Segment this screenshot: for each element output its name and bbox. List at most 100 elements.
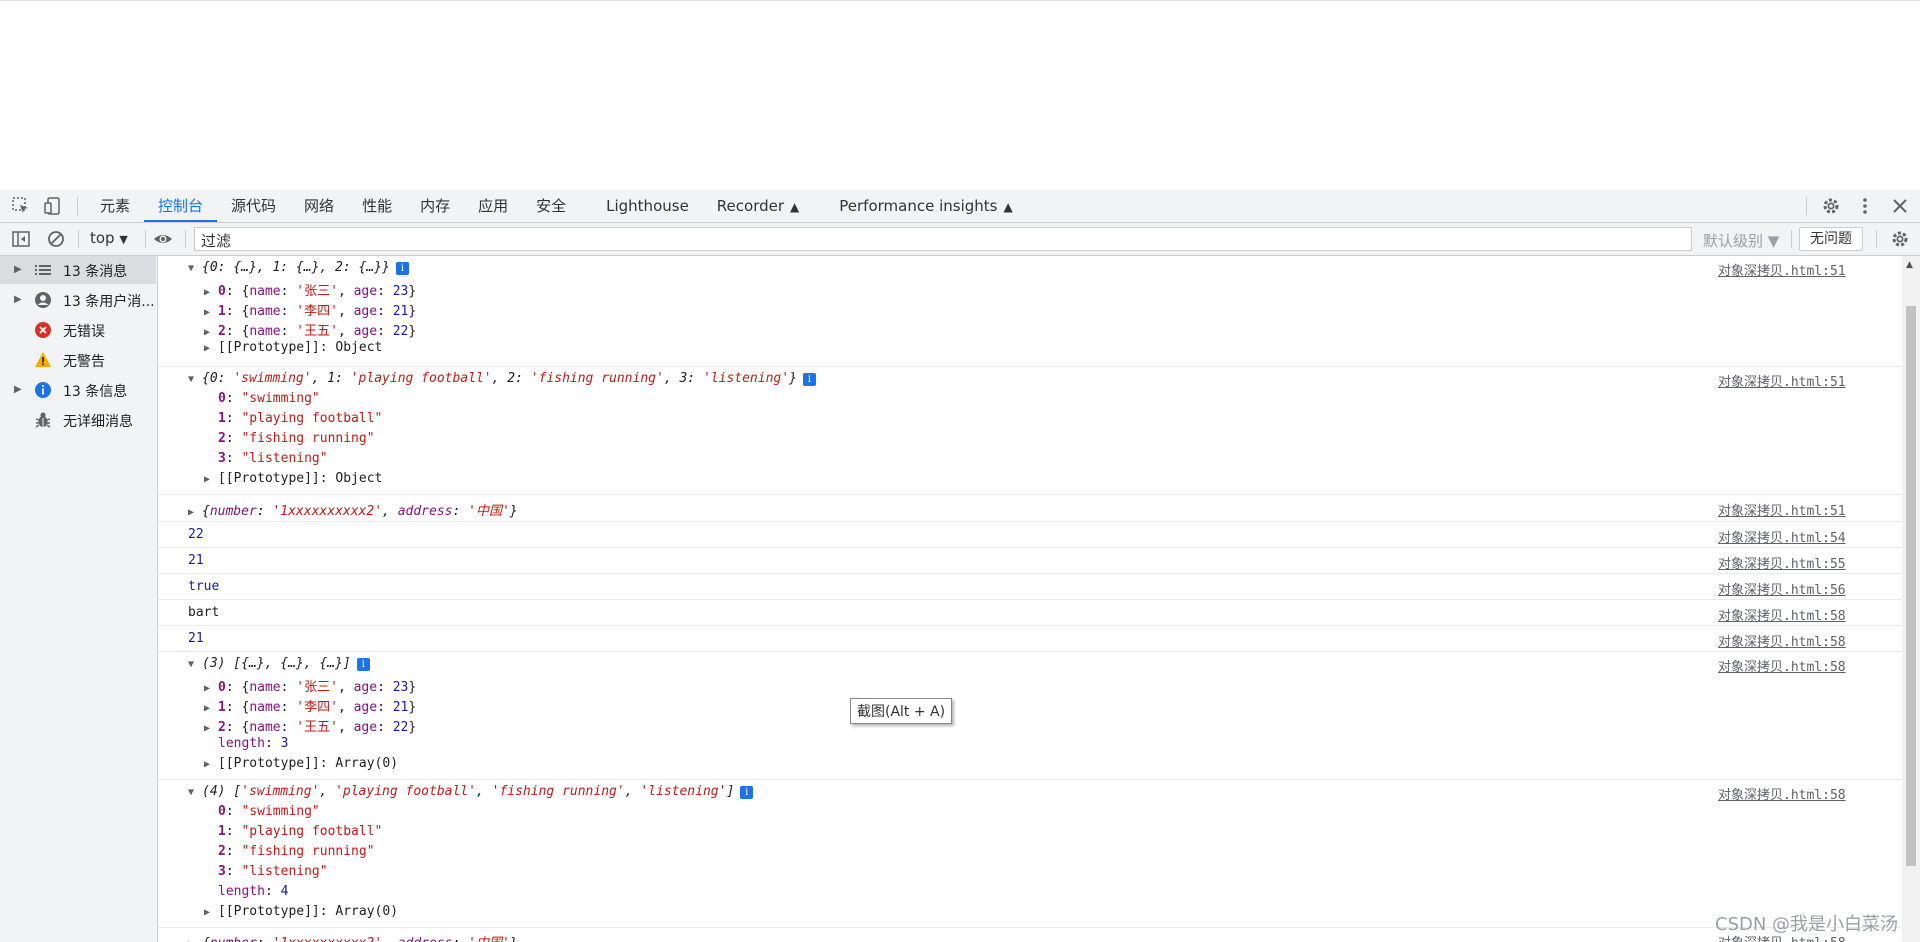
issues-button[interactable]: 无问题 [1799, 227, 1863, 251]
prop-value: '中国' [468, 504, 510, 519]
sidebar-item-user-messages[interactable]: ▶ 13 条用户消... [0, 286, 156, 314]
array-item-row[interactable]: ▶ 0: {name: '张三', age: 23} [204, 676, 416, 695]
source-link[interactable]: 对象深拷贝.html:55 [1718, 553, 1846, 572]
more-options-icon[interactable] [1855, 196, 1875, 216]
tab-label: Lighthouse [606, 197, 689, 215]
scrollbar-thumb[interactable] [1906, 306, 1916, 866]
collapse-icon[interactable]: ▼ [188, 374, 202, 385]
tab-lighthouse[interactable]: Lighthouse [580, 190, 703, 222]
source-link[interactable]: 对象深拷贝.html:56 [1718, 579, 1846, 598]
info-badge-icon[interactable]: i [740, 786, 754, 799]
array-item-row[interactable]: ▶ 2: {name: '王五', age: 22} [204, 716, 416, 735]
prototype-row[interactable]: ▶ [[Prototype]]: Object [204, 471, 382, 486]
expand-icon[interactable]: ▶ [204, 759, 218, 770]
expand-icon[interactable]: ▶ [14, 294, 22, 305]
live-expression-eye-icon[interactable] [153, 229, 173, 249]
array-item-row[interactable]: ▶ 1: {name: '李四', age: 21} [204, 696, 416, 715]
filter-input[interactable]: 过滤 [194, 227, 1692, 251]
prototype-row[interactable]: ▶ [[Prototype]]: Object [204, 340, 382, 355]
source-link[interactable]: 对象深拷贝.html:54 [1718, 527, 1846, 546]
collapse-icon[interactable]: ▼ [188, 659, 202, 670]
console-value: 22 [188, 527, 204, 542]
prop-key: 1 [218, 304, 226, 319]
expand-icon[interactable]: ▶ [204, 723, 218, 734]
tab-elements[interactable]: 元素 [86, 190, 144, 222]
tab-network[interactable]: 网络 [290, 190, 348, 222]
source-link[interactable]: 对象深拷贝.html:58 [1718, 631, 1846, 650]
gear-icon[interactable] [1821, 196, 1841, 216]
toolbar-separator [1876, 230, 1877, 248]
expand-icon[interactable]: ▶ [204, 307, 218, 318]
sidebar-item-label: 无详细消息 [63, 414, 133, 430]
console-scrollbar[interactable]: ▲ [1902, 256, 1920, 942]
object-property-row[interactable]: ▶ 2: {name: '王五', age: 22} [204, 320, 416, 339]
object-summary[interactable]: ▶{number: '1xxxxxxxxxx2', address: '中国'} [188, 932, 518, 942]
object-property-row[interactable]: ▶ 1: {name: '李四', age: 21} [204, 300, 416, 319]
tab-performance-insights[interactable]: Performance insights ▲ [813, 190, 1026, 222]
tab-recorder[interactable]: Recorder ▲ [703, 190, 813, 222]
expand-icon[interactable]: ▶ [204, 703, 218, 714]
sidebar-item-errors[interactable]: 无错误 [0, 316, 156, 344]
sidebar-item-verbose[interactable]: 无详细消息 [0, 406, 156, 434]
prototype-row[interactable]: ▶ [[Prototype]]: Array(0) [204, 904, 398, 919]
context-label: top [90, 229, 115, 247]
object-summary[interactable]: ▶{number: '1xxxxxxxxxx2', address: '中国'} [188, 500, 518, 519]
sidebar-item-info[interactable]: ▶ 13 条信息 [0, 376, 156, 404]
tab-sources[interactable]: 源代码 [217, 190, 290, 222]
expand-icon[interactable]: ▶ [204, 474, 218, 485]
expand-icon[interactable]: ▶ [204, 287, 218, 298]
sidebar-toggle-icon[interactable] [11, 229, 31, 249]
devtools-panel: 元素 控制台 源代码 网络 性能 内存 应用 安全 Lighthouse Rec… [0, 190, 1920, 942]
source-link[interactable]: 对象深拷贝.html:51 [1718, 500, 1846, 519]
scroll-up-icon[interactable]: ▲ [1906, 260, 1913, 270]
info-badge-icon[interactable]: i [802, 373, 816, 386]
tab-application[interactable]: 应用 [464, 190, 522, 222]
array-summary[interactable]: ▼ (4) ['swimming', 'playing football', 'f… [188, 784, 754, 799]
sidebar-item-label: 13 条用户消... [63, 294, 155, 310]
prototype-row[interactable]: ▶ [[Prototype]]: Array(0) [204, 756, 398, 771]
source-link[interactable]: 对象深拷贝.html:51 [1718, 260, 1846, 279]
object-summary[interactable]: ▼ {0: 'swimming', 1: 'playing football', … [188, 371, 816, 386]
prop-value: Object [335, 471, 383, 486]
sidebar-item-messages[interactable]: ▶ 13 条消息 [0, 256, 156, 284]
source-link[interactable]: 对象深拷贝.html:58 [1718, 656, 1846, 675]
tabbar-separator [77, 197, 78, 215]
console-entry: ▼ (3) [{…}, {…}, {…}] i 对象深拷贝.html:58 ▶ 0: … [158, 652, 1902, 780]
info-badge-icon[interactable]: i [395, 262, 409, 275]
log-levels-dropdown[interactable]: 默认级别 ▼ [1703, 230, 1779, 251]
collapse-icon[interactable]: ▼ [188, 787, 202, 798]
expand-icon[interactable]: ▶ [188, 507, 202, 518]
console-value: bart [188, 605, 220, 620]
clear-console-icon[interactable] [46, 229, 66, 249]
expand-icon[interactable]: ▶ [14, 264, 22, 275]
dropdown-icon: ▼ [119, 233, 128, 246]
info-badge-icon[interactable]: i [356, 658, 370, 671]
expand-icon[interactable]: ▶ [204, 327, 218, 338]
bug-icon [35, 412, 51, 428]
expand-icon[interactable]: ▶ [204, 683, 218, 694]
expand-icon[interactable]: ▶ [204, 907, 218, 918]
source-link-text: 对象深拷贝.html:55 [1718, 557, 1846, 572]
console-settings-gear-icon[interactable] [1890, 229, 1910, 249]
inspect-element-icon[interactable] [11, 196, 31, 216]
source-link[interactable]: 对象深拷贝.html:51 [1718, 371, 1846, 390]
tab-memory[interactable]: 内存 [406, 190, 464, 222]
tab-console[interactable]: 控制台 [144, 190, 218, 222]
collapse-icon[interactable]: ▼ [188, 263, 202, 274]
array-summary[interactable]: ▼ (3) [{…}, {…}, {…}] i [188, 656, 370, 671]
expand-icon[interactable]: ▶ [204, 343, 218, 354]
object-property-row: 1: "playing football" [218, 411, 383, 426]
source-link[interactable]: 对象深拷贝.html:58 [1718, 605, 1846, 624]
close-icon[interactable] [1890, 196, 1910, 216]
sidebar-item-warnings[interactable]: 无警告 [0, 346, 156, 374]
device-toolbar-icon[interactable] [43, 196, 63, 216]
tab-security[interactable]: 安全 [522, 190, 580, 222]
source-link[interactable]: 对象深拷贝.html:58 [1718, 784, 1846, 803]
warning-icon [35, 352, 51, 367]
tab-performance[interactable]: 性能 [348, 190, 406, 222]
expand-icon[interactable]: ▶ [14, 384, 22, 395]
object-property-row[interactable]: ▶ 0: {name: '张三', age: 23} [204, 280, 416, 299]
source-link-text: 对象深拷贝.html:58 [1718, 936, 1846, 942]
context-selector[interactable]: top ▼ [90, 229, 128, 247]
object-summary[interactable]: ▼ {0: {…}, 1: {…}, 2: {…}} i [188, 260, 409, 275]
